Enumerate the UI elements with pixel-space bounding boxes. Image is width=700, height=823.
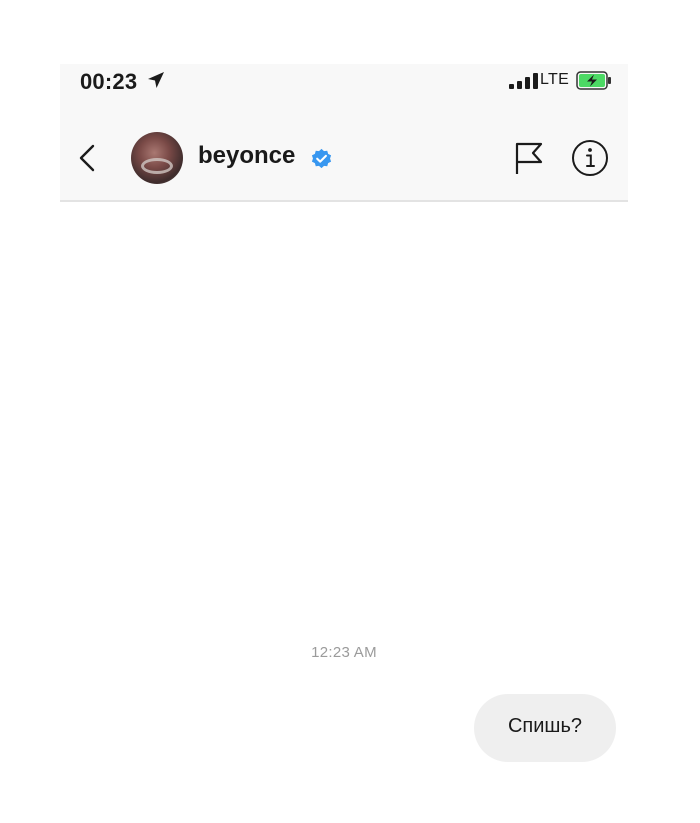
status-bar: 00:23 LTE: [60, 64, 628, 100]
flag-icon[interactable]: [512, 140, 546, 176]
conversation-header: beyonce: [60, 128, 628, 188]
network-type: LTE: [540, 71, 570, 88]
top-area: 00:23 LTE beyonce: [60, 64, 628, 202]
conversation-username[interactable]: beyonce: [198, 142, 295, 170]
message-timestamp: 12:23 AM: [311, 644, 377, 661]
signal-bars-icon: [509, 73, 538, 89]
info-icon[interactable]: [571, 139, 609, 177]
battery-charging-icon: [576, 71, 611, 90]
status-time: 00:23: [80, 69, 138, 94]
avatar-photo-detail: [141, 158, 173, 174]
message-bubble[interactable]: Спишь?: [474, 694, 616, 762]
verified-badge-icon: [311, 148, 332, 169]
avatar[interactable]: [131, 132, 183, 184]
chevron-left-icon[interactable]: [76, 143, 98, 173]
message-text: Спишь?: [507, 715, 583, 737]
direct-message-screen: 00:23 LTE beyonce 12:23 AM Спишь?: [60, 64, 628, 823]
location-arrow-icon: [148, 72, 164, 88]
